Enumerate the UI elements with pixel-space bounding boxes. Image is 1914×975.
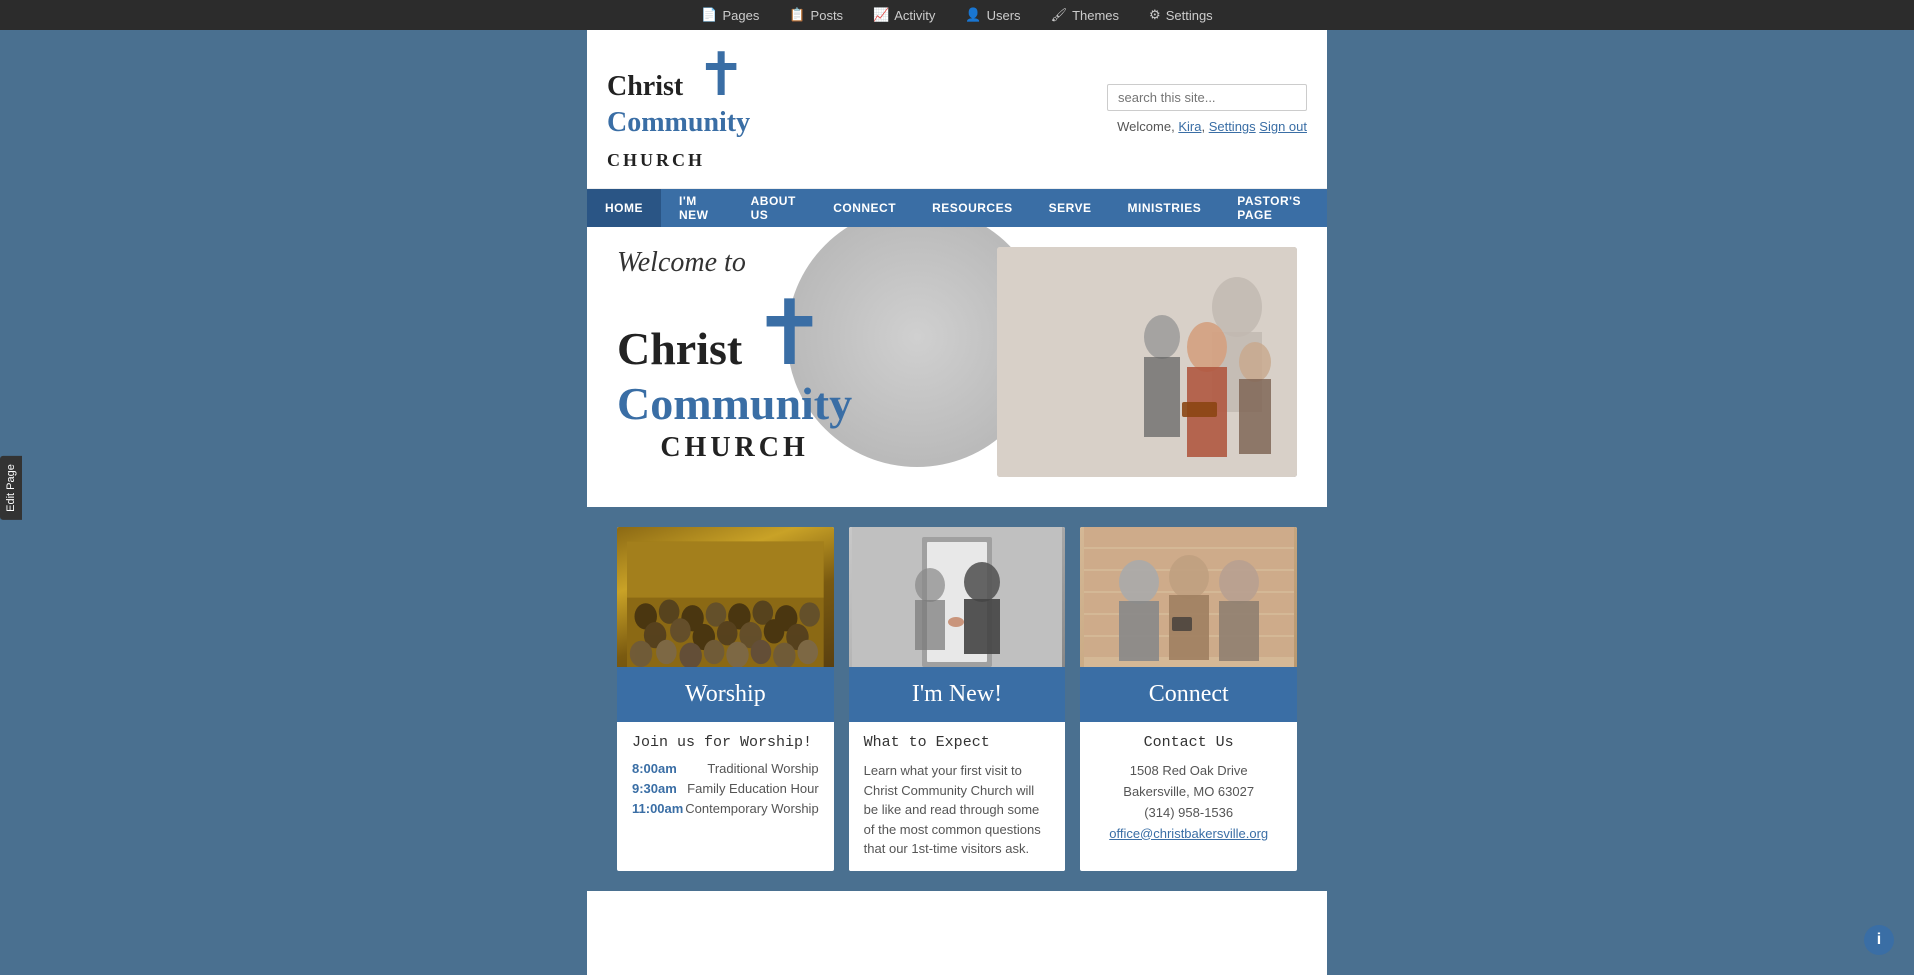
three-column-section: Worship Join us for Worship! 8:00am Trad… [587, 507, 1327, 891]
site-header: Christ ✝ Community CHURCH Welcome, Kira,… [587, 30, 1327, 189]
worship-body: Join us for Worship! 8:00am Traditional … [617, 722, 834, 833]
posts-icon: 📋 [789, 7, 805, 23]
worship-label[interactable]: Worship [617, 667, 834, 722]
hero-logo-text: Christ ✝ Community CHURCH [617, 289, 852, 464]
admin-themes-link[interactable]: 🖌 Themes [1051, 7, 1119, 23]
welcome-to-text: Welcome to [617, 247, 997, 279]
connect-label[interactable]: Connect [1080, 667, 1297, 722]
hero-section: Welcome to Christ ✝ Community [587, 227, 1327, 507]
logo-church: CHURCH [607, 150, 705, 170]
hero-people-svg [997, 247, 1297, 477]
service-row-3: 11:00am Contemporary Worship [632, 801, 819, 816]
nav-im-new[interactable]: I'M NEW [661, 189, 733, 227]
nav-pastors-page[interactable]: PASTOR'S PAGE [1219, 189, 1327, 227]
im-new-heading: What to Expect [864, 734, 1051, 751]
outer-wrapper: Christ ✝ Community CHURCH Welcome, Kira,… [0, 30, 1914, 975]
email-link[interactable]: office@christbakersville.org [1109, 826, 1268, 841]
im-new-image [849, 527, 1066, 667]
pages-icon: 📄 [701, 7, 717, 23]
nav-about-us[interactable]: ABOUT US [733, 189, 816, 227]
im-new-text: Learn what your first visit to Christ Co… [864, 761, 1051, 859]
nav-resources[interactable]: RESOURCES [914, 189, 1031, 227]
connect-image [1080, 527, 1297, 667]
site-container: Christ ✝ Community CHURCH Welcome, Kira,… [587, 30, 1327, 975]
connect-heading: Contact Us [1095, 734, 1282, 751]
themes-icon: 🖌 [1051, 7, 1068, 23]
worship-card: Worship Join us for Worship! 8:00am Trad… [617, 527, 834, 871]
hero-logo: Christ ✝ Community CHURCH [617, 289, 997, 464]
welcome-text: Welcome, Kira, Settings Sign out [1107, 119, 1307, 134]
nav-connect[interactable]: CONNECT [815, 189, 914, 227]
settings-link[interactable]: Settings [1209, 119, 1256, 134]
hero-inner: Welcome to Christ ✝ Community [617, 247, 1297, 477]
im-new-card: I'm New! What to Expect Learn what your … [849, 527, 1066, 871]
admin-pages-link[interactable]: 📄 Pages [701, 7, 759, 23]
connect-card: Connect Contact Us 1508 Red Oak Drive Ba… [1080, 527, 1297, 871]
hero-cross-icon: ✝ [752, 284, 827, 384]
nav-home[interactable]: HOME [587, 189, 661, 227]
edit-page-tab[interactable]: Edit Page [0, 456, 22, 520]
admin-users-link[interactable]: 👤 Users [965, 7, 1020, 23]
men-svg [1084, 527, 1294, 667]
worship-image [617, 527, 834, 667]
service-row-1: 8:00am Traditional Worship [632, 761, 819, 776]
im-new-label[interactable]: I'm New! [849, 667, 1066, 722]
search-input[interactable] [1107, 84, 1307, 111]
logo-area: Christ ✝ Community CHURCH [607, 45, 750, 173]
logo-text-group: Christ ✝ Community CHURCH [607, 45, 750, 173]
hero-church: CHURCH [660, 432, 808, 463]
hero-community: Community [617, 378, 852, 429]
phone: (314) 958-1536 [1095, 803, 1282, 824]
address-line2: Bakersville, MO 63027 [1095, 782, 1282, 803]
user-link[interactable]: Kira [1178, 119, 1201, 134]
hero-left: Welcome to Christ ✝ Community [617, 247, 997, 464]
admin-bar: 📄 Pages 📋 Posts 📈 Activity 👤 Users 🖌 The… [0, 0, 1914, 30]
service-row-2: 9:30am Family Education Hour [632, 781, 819, 796]
door-svg [852, 527, 1062, 667]
activity-icon: 📈 [873, 7, 889, 23]
admin-posts-link[interactable]: 📋 Posts [789, 7, 843, 23]
address-line1: 1508 Red Oak Drive [1095, 761, 1282, 782]
users-icon: 👤 [965, 7, 981, 23]
logo-community: Community [607, 107, 750, 138]
logo-cross-icon: ✝ [696, 41, 746, 108]
info-button[interactable]: i [1864, 925, 1894, 955]
crowd-svg [627, 537, 824, 667]
hero-image [997, 247, 1297, 477]
admin-settings-link[interactable]: ⚙ Settings [1149, 7, 1213, 23]
header-right: Welcome, Kira, Settings Sign out [1107, 84, 1307, 134]
im-new-body: What to Expect Learn what your first vis… [849, 722, 1066, 871]
logo-christ: Christ [607, 71, 683, 102]
admin-activity-link[interactable]: 📈 Activity [873, 7, 935, 23]
hero-logo-row: Christ ✝ Community CHURCH [617, 289, 997, 464]
worship-heading: Join us for Worship! [632, 734, 819, 751]
settings-icon: ⚙ [1149, 7, 1161, 23]
signout-link[interactable]: Sign out [1259, 119, 1307, 134]
connect-body: Contact Us 1508 Red Oak Drive Bakersvill… [1080, 722, 1297, 856]
main-nav: HOME I'M NEW ABOUT US CONNECT RESOURCES … [587, 189, 1327, 227]
nav-serve[interactable]: SERVE [1031, 189, 1110, 227]
hero-christ: Christ [617, 323, 742, 374]
nav-ministries[interactable]: MINISTRIES [1110, 189, 1220, 227]
